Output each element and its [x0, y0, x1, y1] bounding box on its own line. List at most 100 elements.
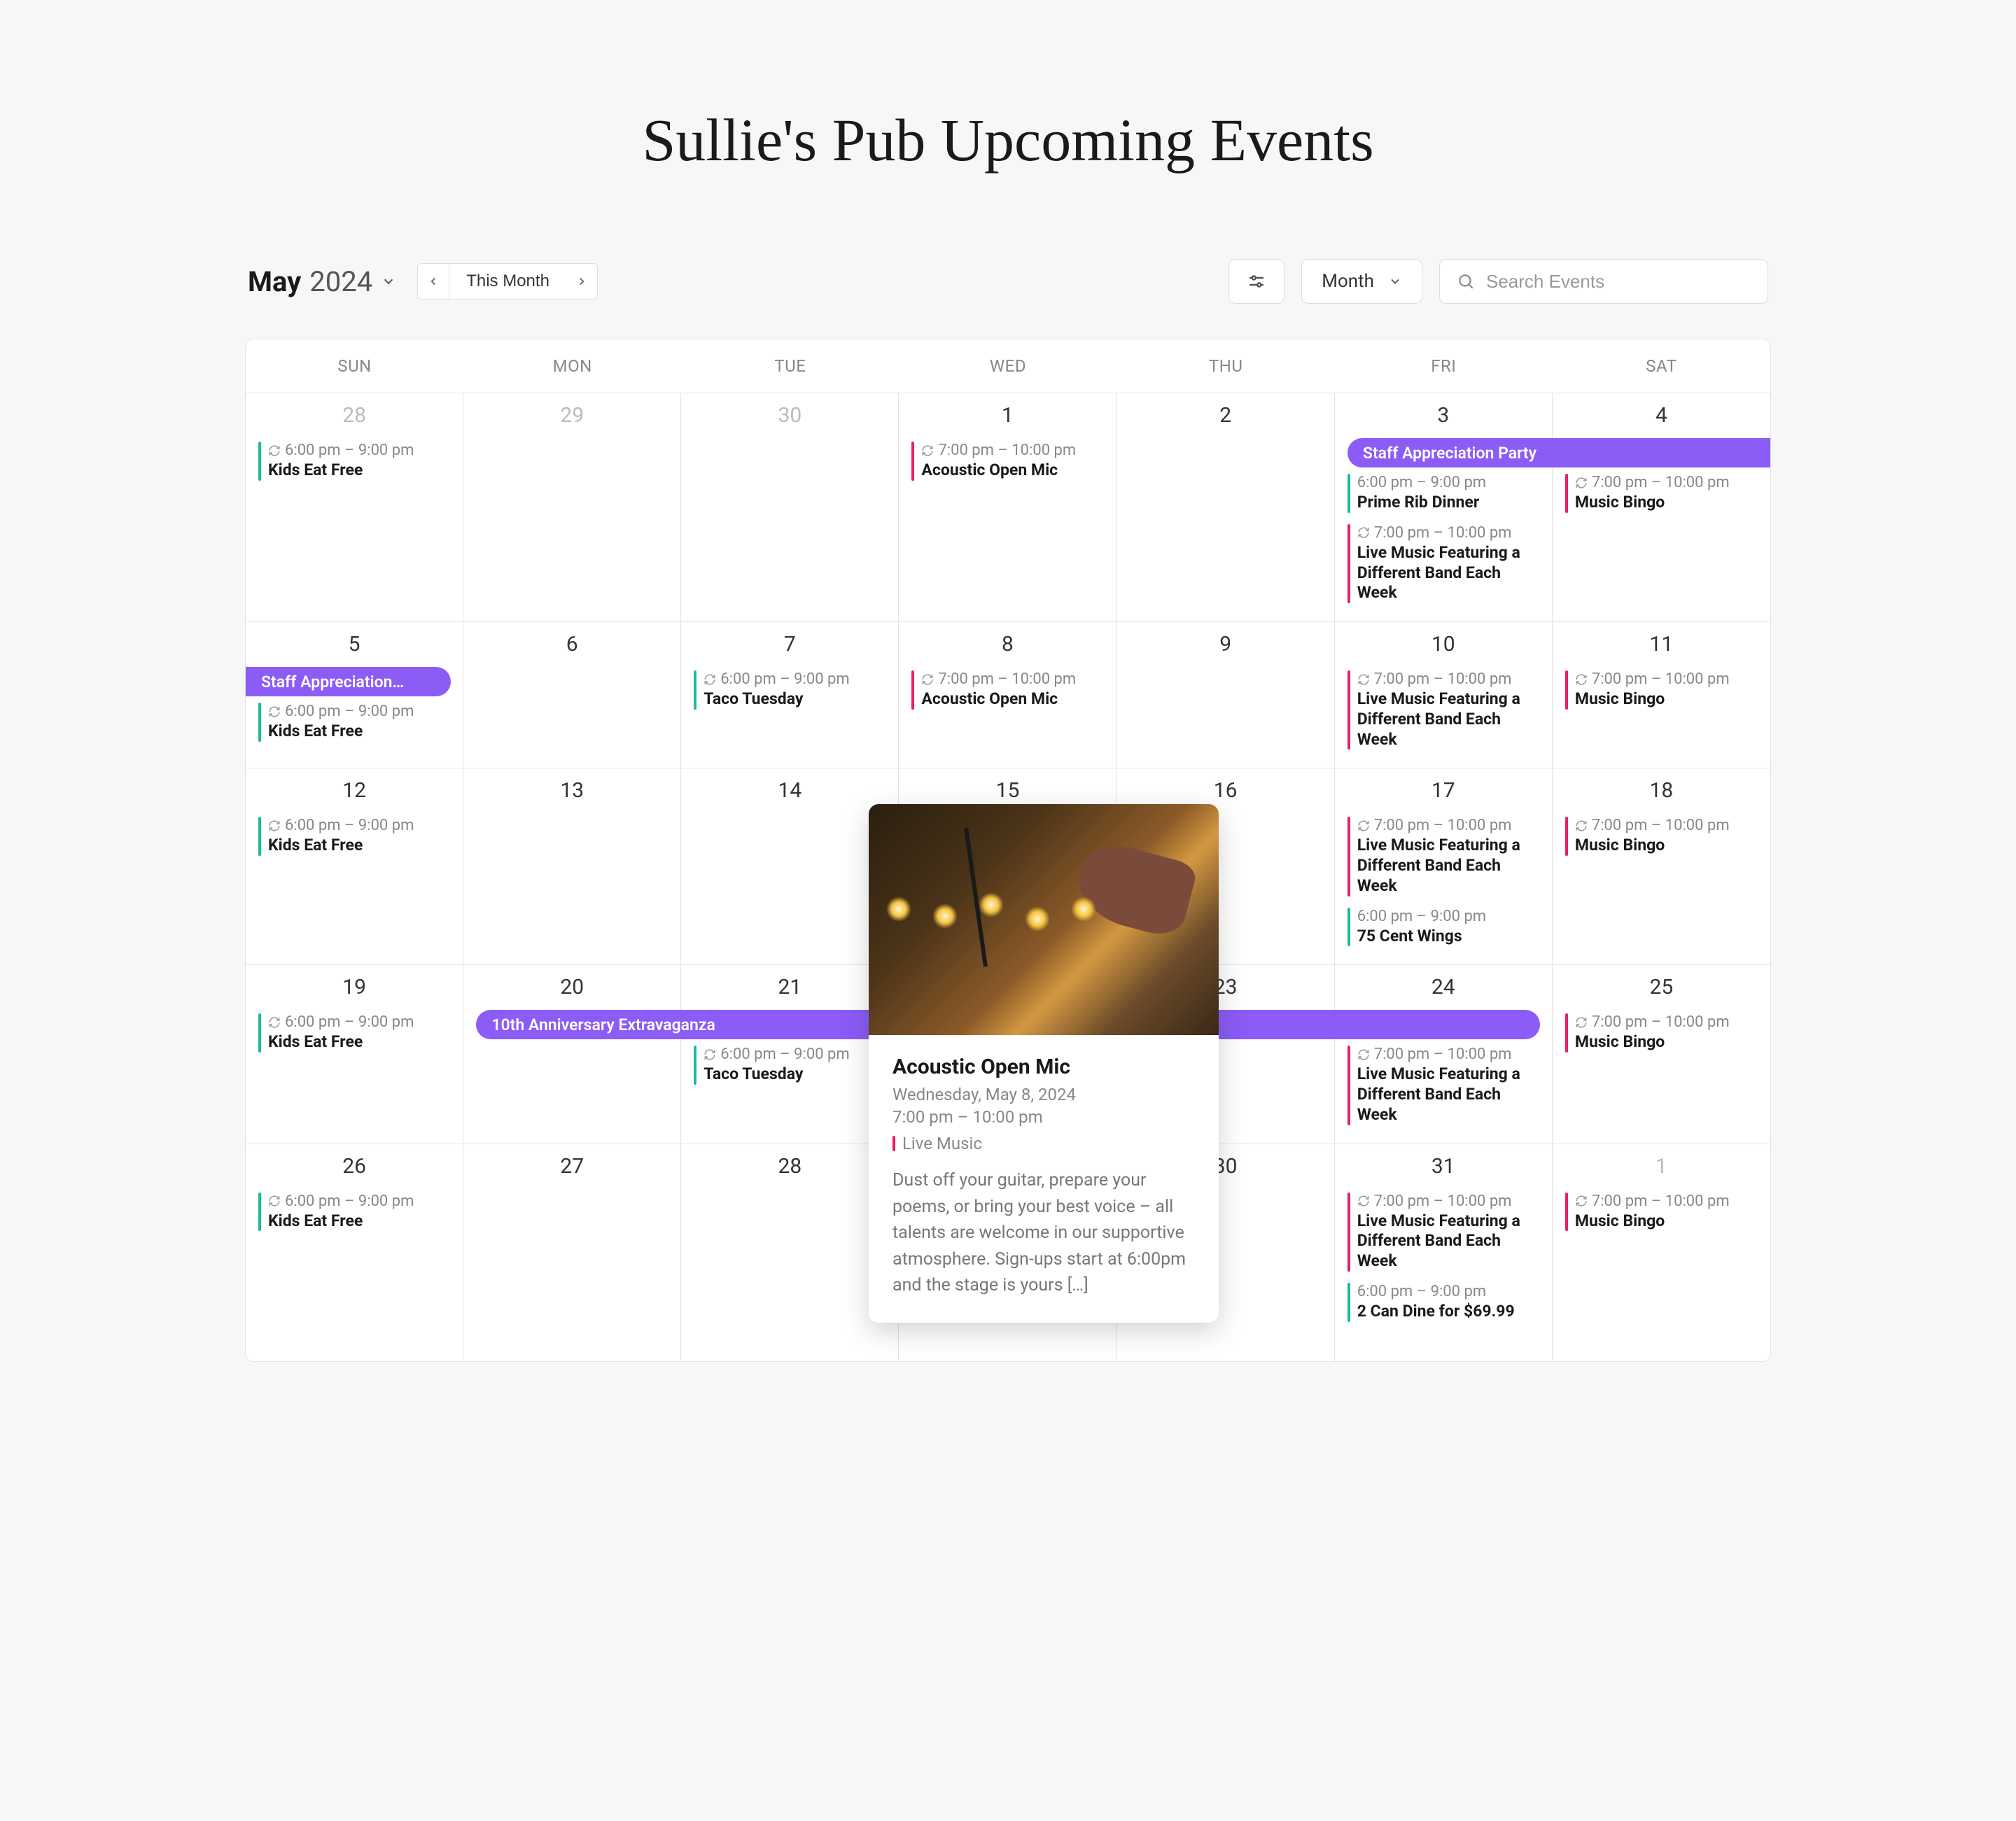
calendar-event[interactable]: 6:00 pm – 9:00 pmKids Eat Free	[246, 814, 463, 864]
search-box[interactable]	[1439, 259, 1768, 304]
day-header-cell: WED	[899, 339, 1116, 393]
recurring-icon	[1357, 673, 1370, 686]
day-cell[interactable]: 9	[1117, 622, 1335, 768]
day-cell[interactable]: 17:00 pm – 10:00 pmMusic Bingo	[1553, 1144, 1770, 1361]
calendar-event[interactable]: 7:00 pm – 10:00 pmAcoustic Open Mic	[899, 668, 1116, 718]
day-cell[interactable]: 2	[1117, 393, 1335, 621]
calendar-event[interactable]: 7:00 pm – 10:00 pmMusic Bingo	[1553, 1190, 1770, 1240]
day-cell[interactable]: 17:00 pm – 10:00 pmAcoustic Open Mic	[899, 393, 1116, 621]
multi-day-event[interactable]: Staff Appreciation Party	[1348, 438, 1770, 467]
day-cell[interactable]: 28	[681, 1144, 899, 1361]
day-cell[interactable]: 36:00 pm – 9:00 pmPrime Rib Dinner7:00 p…	[1335, 393, 1553, 621]
calendar-event[interactable]: 7:00 pm – 10:00 pmLive Music Featuring a…	[1335, 668, 1552, 758]
day-cell[interactable]: 4 7:00 pm – 10:00 pmMusic Bingo	[1553, 393, 1770, 621]
recurring-icon	[1575, 1195, 1588, 1207]
day-cell[interactable]: 126:00 pm – 9:00 pmKids Eat Free	[246, 768, 463, 964]
view-mode-label: Month	[1322, 271, 1374, 292]
day-cell[interactable]: 87:00 pm – 10:00 pmAcoustic Open Mic	[899, 622, 1116, 768]
day-number: 14	[681, 778, 898, 803]
event-time: 6:00 pm – 9:00 pm	[268, 817, 450, 834]
day-cell[interactable]: 117:00 pm – 10:00 pmMusic Bingo	[1553, 622, 1770, 768]
this-month-button[interactable]: This Month	[449, 264, 566, 299]
filter-button[interactable]	[1228, 259, 1284, 304]
event-time-text: 7:00 pm – 10:00 pm	[1592, 670, 1730, 688]
calendar-event[interactable]: 6:00 pm – 9:00 pmTaco Tuesday	[681, 668, 898, 718]
day-cell[interactable]: 177:00 pm – 10:00 pmLive Music Featuring…	[1335, 768, 1553, 964]
day-cell[interactable]: 14	[681, 768, 899, 964]
calendar-event[interactable]: 7:00 pm – 10:00 pmLive Music Featuring a…	[1335, 1043, 1552, 1133]
calendar-event[interactable]: 7:00 pm – 10:00 pmLive Music Featuring a…	[1335, 814, 1552, 904]
calendar-event[interactable]: 7:00 pm – 10:00 pmLive Music Featuring a…	[1335, 1190, 1552, 1280]
event-popover: Acoustic Open Mic Wednesday, May 8, 2024…	[869, 804, 1219, 1323]
calendar-event[interactable]: 6:00 pm – 9:00 pmTaco Tuesday	[681, 1043, 898, 1093]
calendar-event[interactable]: 6:00 pm – 9:00 pm75 Cent Wings	[1335, 905, 1552, 955]
calendar-event[interactable]: 6:00 pm – 9:00 pmKids Eat Free	[246, 700, 463, 750]
calendar-event[interactable]: 7:00 pm – 10:00 pm Music Bingo	[1553, 814, 1770, 864]
event-color-bar	[1565, 1193, 1568, 1232]
day-number: 19	[246, 975, 463, 999]
recurring-icon	[921, 444, 934, 457]
calendar-event[interactable]: 6:00 pm – 9:00 pmKids Eat Free	[246, 1190, 463, 1240]
event-title: Kids Eat Free	[268, 460, 450, 481]
event-title: Acoustic Open Mic	[921, 689, 1103, 710]
day-cell[interactable]: 266:00 pm – 9:00 pmKids Eat Free	[246, 1144, 463, 1361]
recurring-icon	[268, 705, 281, 718]
day-number: 4	[1553, 403, 1770, 428]
month-year-picker[interactable]: May 2024	[248, 265, 396, 298]
next-month-button[interactable]	[566, 264, 597, 299]
event-title: Kids Eat Free	[268, 1211, 450, 1232]
day-cell[interactable]: 187:00 pm – 10:00 pmMusic Bingo	[1553, 768, 1770, 964]
day-cell[interactable]: 27	[463, 1144, 681, 1361]
event-time-text: 7:00 pm – 10:00 pm	[1374, 524, 1512, 542]
calendar-event[interactable]: 7:00 pm – 10:00 pmAcoustic Open Mic	[899, 439, 1116, 489]
chevron-right-icon	[575, 275, 588, 288]
day-cell[interactable]: 317:00 pm – 10:00 pmLive Music Featuring…	[1335, 1144, 1553, 1361]
event-time-text: 7:00 pm – 10:00 pm	[1592, 817, 1730, 834]
calendar-event[interactable]: 7:00 pm – 10:00 pmLive Music Featuring a…	[1335, 521, 1552, 612]
day-header-cell: SUN	[246, 339, 463, 393]
day-cell[interactable]: 20	[463, 965, 681, 1143]
day-cell[interactable]: 76:00 pm – 9:00 pmTaco Tuesday	[681, 622, 899, 768]
event-time: 6:00 pm – 9:00 pm	[268, 1013, 450, 1031]
day-cell[interactable]: 247:00 pm – 10:00 pmLive Music Featuring…	[1335, 965, 1553, 1143]
day-cell[interactable]: 28 6:00 pm – 9:00 pmKids Eat Free	[246, 393, 463, 621]
event-time: 7:00 pm – 10:00 pm	[1357, 670, 1539, 688]
event-title: Kids Eat Free	[268, 1032, 450, 1053]
calendar-event[interactable]: 6:00 pm – 9:00 pmKids Eat Free	[246, 1011, 463, 1061]
multi-day-event[interactable]: Staff Appreciation…	[246, 667, 451, 696]
prev-month-button[interactable]	[418, 264, 449, 299]
search-input[interactable]	[1486, 271, 1751, 293]
event-title: Music Bingo	[1575, 1211, 1758, 1232]
day-cell[interactable]: 6	[463, 622, 681, 768]
day-number: 20	[463, 975, 680, 999]
calendar-event[interactable]: 7:00 pm – 10:00 pmMusic Bingo	[1553, 471, 1770, 521]
day-cell[interactable]: 19 6:00 pm – 9:00 pmKids Eat Free	[246, 965, 463, 1143]
event-title: Live Music Featuring a Different Band Ea…	[1357, 1064, 1539, 1125]
event-title: Live Music Featuring a Different Band Ea…	[1357, 543, 1539, 603]
day-number: 28	[246, 403, 463, 428]
event-time-text: 7:00 pm – 10:00 pm	[1374, 670, 1512, 688]
day-cell[interactable]: 257:00 pm – 10:00 pmMusic Bingo	[1553, 965, 1770, 1143]
event-color-bar	[1348, 474, 1350, 513]
event-time: 7:00 pm – 10:00 pm	[1357, 1046, 1539, 1063]
day-number: 2	[1117, 403, 1334, 428]
day-cell[interactable]: 30	[681, 393, 899, 621]
calendar-event[interactable]: 7:00 pm – 10:00 pmMusic Bingo	[1553, 1011, 1770, 1061]
day-header-cell: THU	[1117, 339, 1335, 393]
day-cell[interactable]: 216:00 pm – 9:00 pmTaco Tuesday	[681, 965, 899, 1143]
event-title: Music Bingo	[1575, 493, 1758, 513]
calendar-event[interactable]: 6:00 pm – 9:00 pmPrime Rib Dinner	[1335, 471, 1552, 521]
calendar-event[interactable]: 6:00 pm – 9:00 pm2 Can Dine for $69.99	[1335, 1280, 1552, 1330]
day-cell[interactable]: 29	[463, 393, 681, 621]
event-color-bar	[1565, 1013, 1568, 1053]
day-cell[interactable]: 13	[463, 768, 681, 964]
day-cell[interactable]: 107:00 pm – 10:00 pmLive Music Featuring…	[1335, 622, 1553, 768]
event-time: 6:00 pm – 9:00 pm	[1357, 908, 1539, 925]
view-mode-select[interactable]: Month	[1301, 259, 1422, 304]
event-time: 6:00 pm – 9:00 pm	[1357, 474, 1539, 491]
calendar-event[interactable]: 6:00 pm – 9:00 pmKids Eat Free	[246, 439, 463, 489]
search-icon	[1457, 272, 1475, 290]
calendar-event[interactable]: 7:00 pm – 10:00 pmMusic Bingo	[1553, 668, 1770, 718]
event-title: Music Bingo	[1575, 836, 1758, 856]
recurring-icon	[1357, 1048, 1370, 1061]
